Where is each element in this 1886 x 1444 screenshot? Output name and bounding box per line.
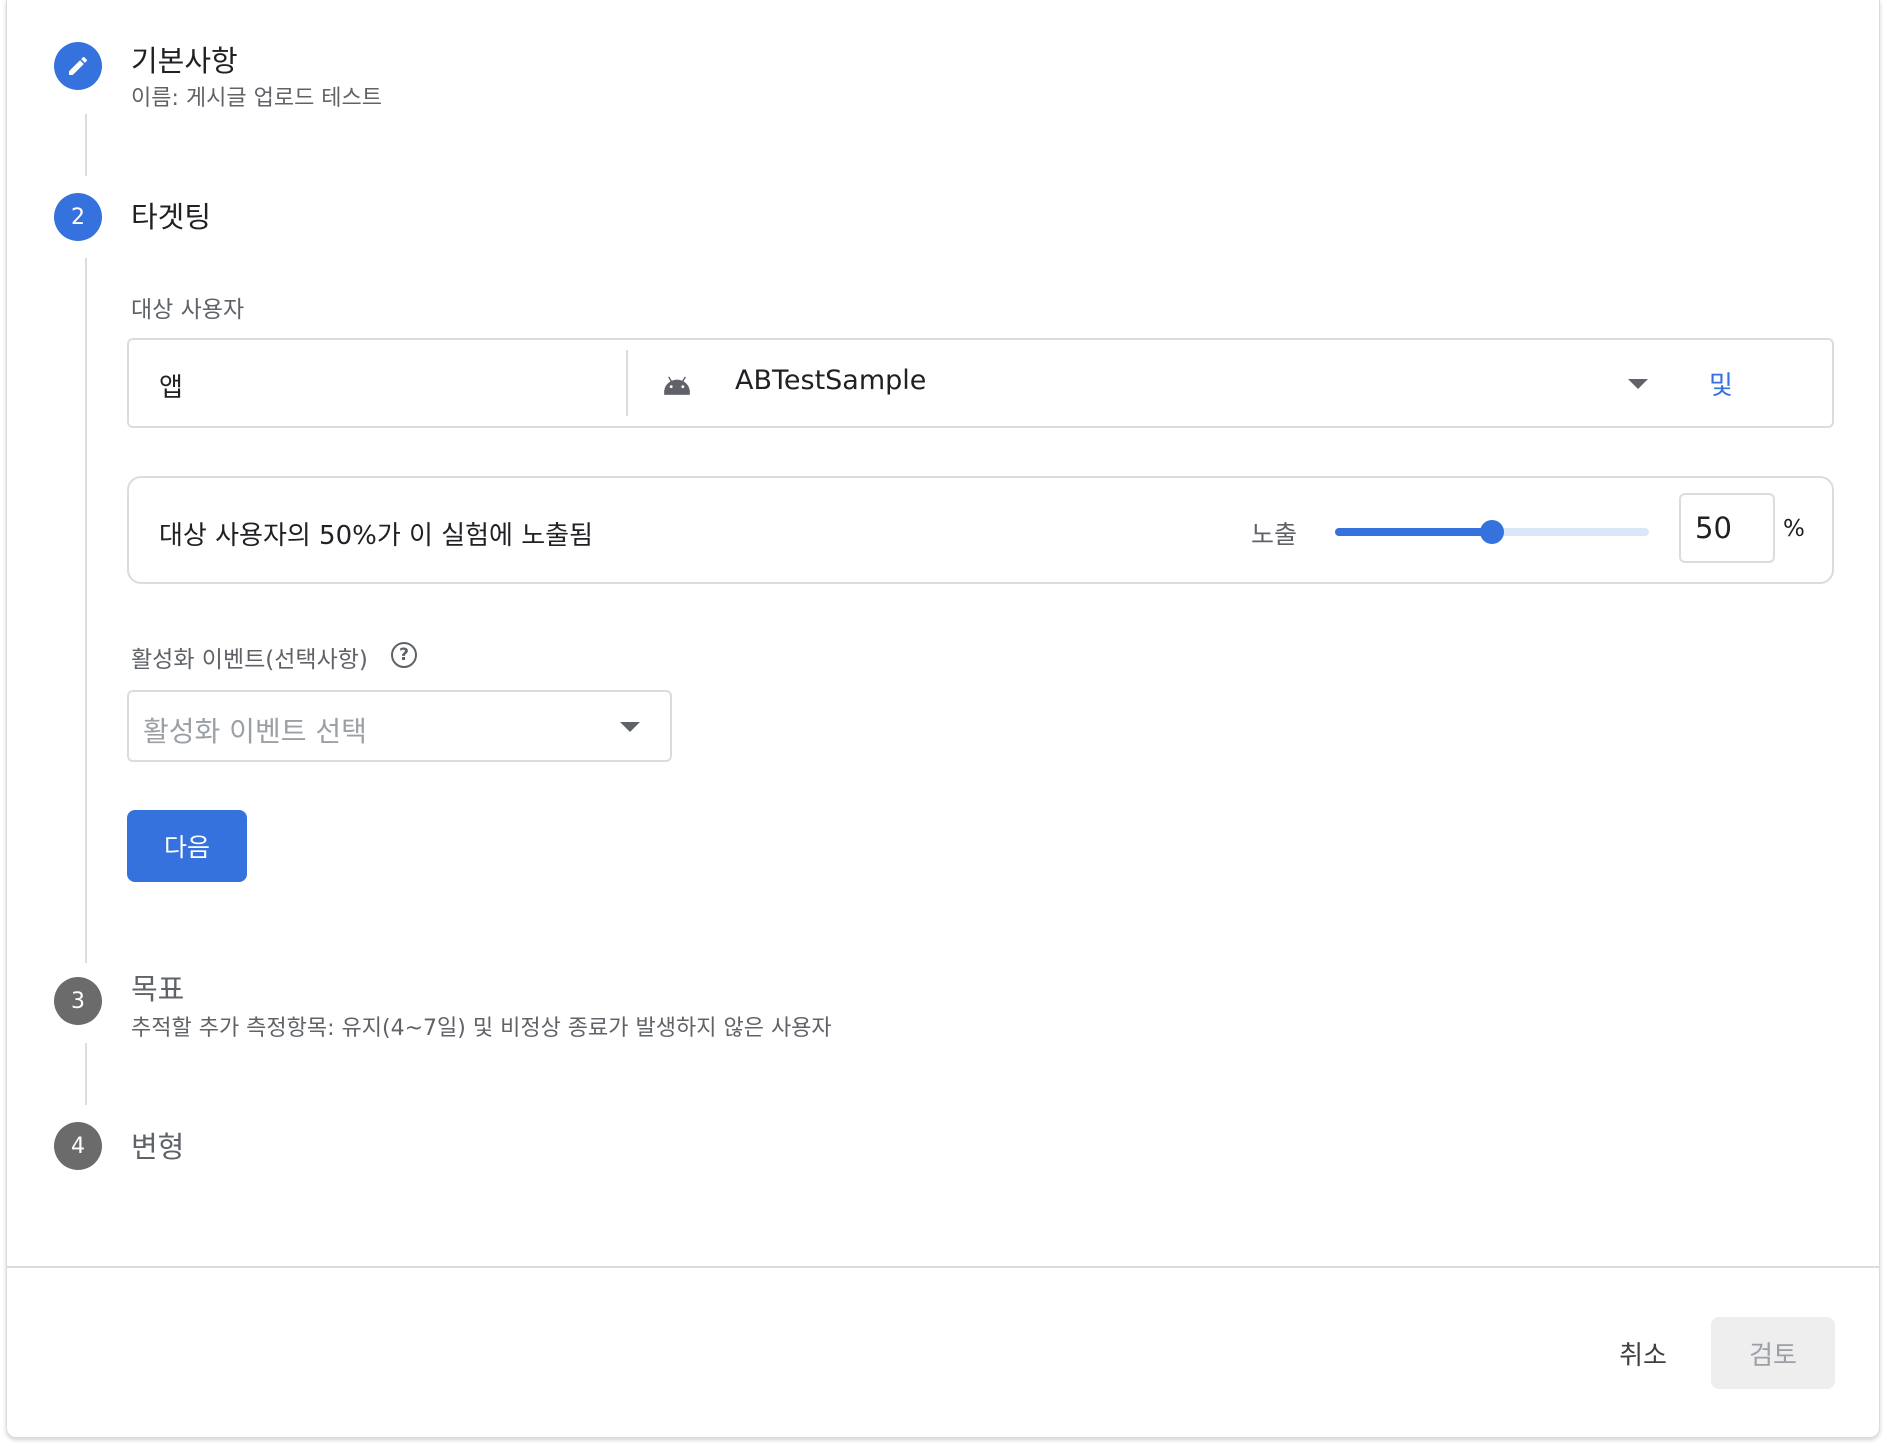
- percent-sign: %: [1783, 516, 1805, 542]
- exposure-slider[interactable]: [1335, 520, 1649, 544]
- android-icon: [664, 376, 690, 395]
- chevron-down-icon: [1628, 379, 1648, 389]
- exposure-text: 대상 사용자의 50%가 이 실험에 노출됨: [159, 521, 593, 551]
- review-button[interactable]: 검토: [1711, 1317, 1835, 1389]
- step-2-title: 타겟팅: [131, 200, 212, 234]
- activation-event-select[interactable]: 활성화 이벤트 선택: [127, 690, 672, 762]
- step-connector: [85, 114, 87, 176]
- step-connector: [85, 1043, 87, 1105]
- step-4-circle: 4: [54, 1122, 102, 1170]
- app-name: ABTestSample: [735, 365, 927, 396]
- step-2-circle: 2: [54, 193, 102, 241]
- audience-label: 대상 사용자: [131, 297, 245, 323]
- exposure-slider-thumb[interactable]: [1480, 520, 1504, 544]
- activation-placeholder: 활성화 이벤트 선택: [143, 715, 367, 748]
- step-1-title: 기본사항: [131, 44, 238, 78]
- activation-label: 활성화 이벤트(선택사항): [131, 647, 368, 673]
- experiment-card: 기본사항 이름: 게시글 업로드 테스트 2 타겟팅 대상 사용자 앱 ABTe…: [6, 0, 1880, 1438]
- step-4-title: 변형: [131, 1130, 185, 1164]
- exposure-label: 노출: [1251, 520, 1298, 549]
- footer-divider: [7, 1266, 1879, 1268]
- step-1-subtitle: 이름: 게시글 업로드 테스트: [131, 86, 383, 111]
- step-3-circle: 3: [54, 977, 102, 1025]
- app-select[interactable]: ABTestSample: [627, 340, 1677, 426]
- step-connector: [85, 258, 87, 963]
- step-3-subtitle: 추적할 추가 측정항목: 유지(4~7일) 및 비정상 종료가 발생하지 않은 …: [131, 1016, 832, 1041]
- audience-box: 앱 ABTestSample 및: [127, 338, 1834, 428]
- exposure-box: 대상 사용자의 50%가 이 실험에 노출됨 노출 50 %: [127, 476, 1834, 584]
- exposure-input[interactable]: 50: [1679, 493, 1775, 563]
- exposure-slider-fill: [1335, 528, 1492, 536]
- help-circle-icon[interactable]: ?: [391, 642, 417, 668]
- cancel-button[interactable]: 취소: [1603, 1317, 1683, 1389]
- exposure-value: 50: [1695, 511, 1732, 545]
- next-button[interactable]: 다음: [127, 810, 247, 882]
- chevron-down-icon: [620, 722, 640, 732]
- pencil-icon: [69, 56, 88, 75]
- app-label: 앱: [159, 373, 183, 403]
- step-3-title: 목표: [131, 972, 185, 1006]
- and-condition-link[interactable]: 및: [1709, 365, 1733, 402]
- step-1-edit-circle[interactable]: [54, 42, 102, 90]
